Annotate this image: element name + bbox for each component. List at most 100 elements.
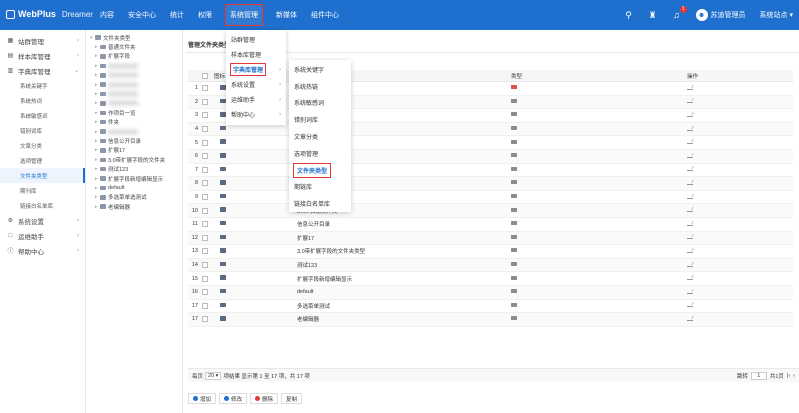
menu-dictionary[interactable]: 字典库管理 › — [226, 62, 286, 77]
tree-item[interactable]: ▸ 扩展字段 — [90, 52, 182, 61]
tree-item[interactable]: ▸ 老编辑器 — [90, 202, 182, 211]
nav-new-media[interactable]: 新媒体 — [276, 10, 297, 20]
row-checkbox[interactable] — [202, 139, 208, 146]
edit-row-icon[interactable] — [687, 139, 693, 145]
tree-item[interactable]: ▸ — [90, 71, 182, 80]
row-checkbox[interactable] — [202, 248, 208, 255]
sidebar-sub-system-keywords[interactable]: 系统关键字 — [0, 78, 85, 93]
sidebar-item-help-center[interactable]: ⓘ 帮助中心 › — [0, 243, 85, 258]
edit-row-icon[interactable] — [687, 207, 693, 213]
edit-button[interactable]: 修改 — [219, 393, 248, 404]
search-icon[interactable]: ⚲ — [624, 10, 634, 20]
table-row[interactable]: 12 扩展17 — [188, 231, 793, 246]
tree-item[interactable]: ▸ 3.0带扩展字段的文件夹 — [90, 155, 182, 164]
edit-row-icon[interactable] — [687, 275, 693, 281]
menu-sample[interactable]: 样本库管理 — [226, 47, 286, 62]
table-row[interactable]: 7制作项 — [188, 164, 793, 178]
sidebar-sub-system-hotwords[interactable]: 系统热词 — [0, 93, 85, 108]
nav-system-management[interactable]: 系统管理 — [225, 4, 263, 26]
menu-cluster[interactable]: 站群管理 — [226, 32, 286, 47]
row-checkbox[interactable] — [202, 262, 208, 269]
nav-permissions[interactable]: 权限 — [198, 10, 212, 20]
tree-item[interactable]: ▸ 扩展字段新增编辑显示 — [90, 174, 182, 183]
row-checkbox[interactable] — [202, 180, 208, 187]
sidebar-item-system-settings[interactable]: ⚙ 系统设置 › — [0, 213, 85, 228]
tree-item[interactable]: ▸ 件夹 — [90, 118, 182, 127]
user-menu[interactable]: ☻ 苏迪管理员 — [695, 9, 746, 21]
select-all-checkbox[interactable] — [202, 72, 208, 79]
edit-row-icon[interactable] — [687, 289, 693, 294]
sidebar-sub-typo-words[interactable]: 错别词库 — [0, 123, 85, 138]
table-row[interactable]: 6本科基 — [188, 149, 793, 164]
tree-item[interactable]: ▸ — [90, 127, 182, 136]
edit-row-icon[interactable] — [687, 248, 693, 253]
row-checkbox[interactable] — [202, 153, 208, 160]
table-row[interactable]: 17 多选菜单测试 — [188, 300, 793, 314]
sidebar-sub-link-whitelist[interactable]: 链接白名单库 — [0, 198, 85, 213]
edit-row-icon[interactable] — [687, 316, 693, 321]
submenu-option-management[interactable]: 选项管理 — [289, 145, 351, 162]
edit-row-icon[interactable] — [687, 234, 693, 240]
sidebar-sub-sensitive-words[interactable]: 系统敏感词 — [0, 108, 85, 123]
add-button[interactable]: 增加 — [188, 393, 217, 404]
tree-item[interactable]: ▸ — [90, 80, 182, 89]
tree-item[interactable]: ▸ 扩展17 — [90, 146, 182, 155]
nav-statistics[interactable]: 统计 — [170, 10, 184, 20]
edit-row-icon[interactable] — [687, 194, 693, 199]
table-row[interactable]: 10Bnm 自动文件夹 — [188, 204, 793, 218]
edit-row-icon[interactable] — [687, 302, 693, 308]
table-row[interactable]: 14 测试123 — [188, 258, 793, 273]
nav-component-center[interactable]: 组件中心 — [311, 10, 339, 20]
goto-input[interactable]: 1 — [750, 371, 767, 380]
row-checkbox[interactable] — [202, 85, 208, 92]
edit-row-icon[interactable] — [687, 166, 693, 172]
table-row[interactable]: 9制作 — [188, 191, 793, 205]
tree-item[interactable]: ▸ 作项目一览 — [90, 108, 182, 117]
row-checkbox[interactable] — [202, 126, 208, 133]
table-row[interactable]: 16 default — [188, 285, 793, 300]
tree-item[interactable]: ▸ — [90, 61, 182, 70]
submenu-folder-type[interactable]: 文件夹类型 — [289, 162, 351, 179]
menu-system-settings[interactable]: 系统设置 › — [226, 77, 286, 92]
delete-button[interactable]: 删除 — [250, 393, 279, 404]
sidebar-item-cluster[interactable]: ▦ 站群管理 › — [0, 33, 85, 48]
submenu-typo-words[interactable]: 错别词库 — [289, 111, 351, 128]
row-checkbox[interactable] — [202, 302, 208, 309]
submenu-system-hotlinks[interactable]: 系统热链 — [289, 78, 351, 95]
submenu-article-category[interactable]: 文章分类 — [289, 128, 351, 145]
table-row[interactable]: 13 3.0带扩展字段的文件夹类型 — [188, 245, 793, 259]
edit-row-icon[interactable] — [687, 85, 693, 90]
edit-row-icon[interactable] — [687, 262, 693, 267]
tree-item[interactable]: ▸ default — [90, 183, 182, 192]
per-page-select[interactable]: 20 ▾ — [205, 371, 222, 380]
tree-item[interactable]: ▸ 多选菜单选测试 — [90, 193, 182, 202]
nav-security-center[interactable]: 安全中心 — [128, 10, 156, 20]
menu-help-center[interactable]: 帮助中心 › — [226, 107, 286, 122]
row-checkbox[interactable] — [202, 112, 208, 119]
sidebar-sub-periodicals[interactable]: 期刊库 — [0, 183, 85, 198]
bell-icon[interactable]: ♫ 1 — [672, 6, 687, 20]
row-checkbox[interactable] — [202, 194, 208, 201]
logo[interactable]: WebPlus Dreamer — [6, 9, 93, 19]
sidebar-item-sample[interactable]: ▤ 样本库管理 › — [0, 48, 85, 63]
submenu-sensitive-words[interactable]: 系统敏感词 — [289, 95, 351, 112]
sidebar-item-ops-assistant[interactable]: □ 运维助手 › — [0, 228, 85, 243]
row-checkbox[interactable] — [202, 166, 208, 173]
sidebar-sub-folder-type[interactable]: 文件夹类型 — [0, 168, 85, 183]
tree-item[interactable]: ▸ 普通文件夹 — [90, 42, 182, 51]
edit-row-icon[interactable] — [687, 126, 693, 131]
nav-content[interactable]: 内容 — [100, 10, 114, 20]
edit-row-icon[interactable] — [687, 180, 693, 185]
prev-page-icon[interactable]: ‹ — [793, 373, 795, 379]
row-checkbox[interactable] — [202, 234, 208, 241]
edit-row-icon[interactable] — [687, 112, 693, 117]
table-row[interactable]: 17 老编辑器 — [188, 313, 793, 327]
submenu-periodicals[interactable]: 期链库 — [289, 179, 351, 196]
tree-item[interactable]: ▸ — [90, 89, 182, 98]
edit-row-icon[interactable] — [687, 221, 693, 226]
edit-row-icon[interactable] — [687, 98, 693, 104]
row-checkbox[interactable] — [202, 316, 208, 323]
row-checkbox[interactable] — [202, 98, 208, 105]
theme-icon[interactable]: ♜ — [648, 10, 658, 20]
table-row[interactable]: 8Dnm — [188, 177, 793, 191]
